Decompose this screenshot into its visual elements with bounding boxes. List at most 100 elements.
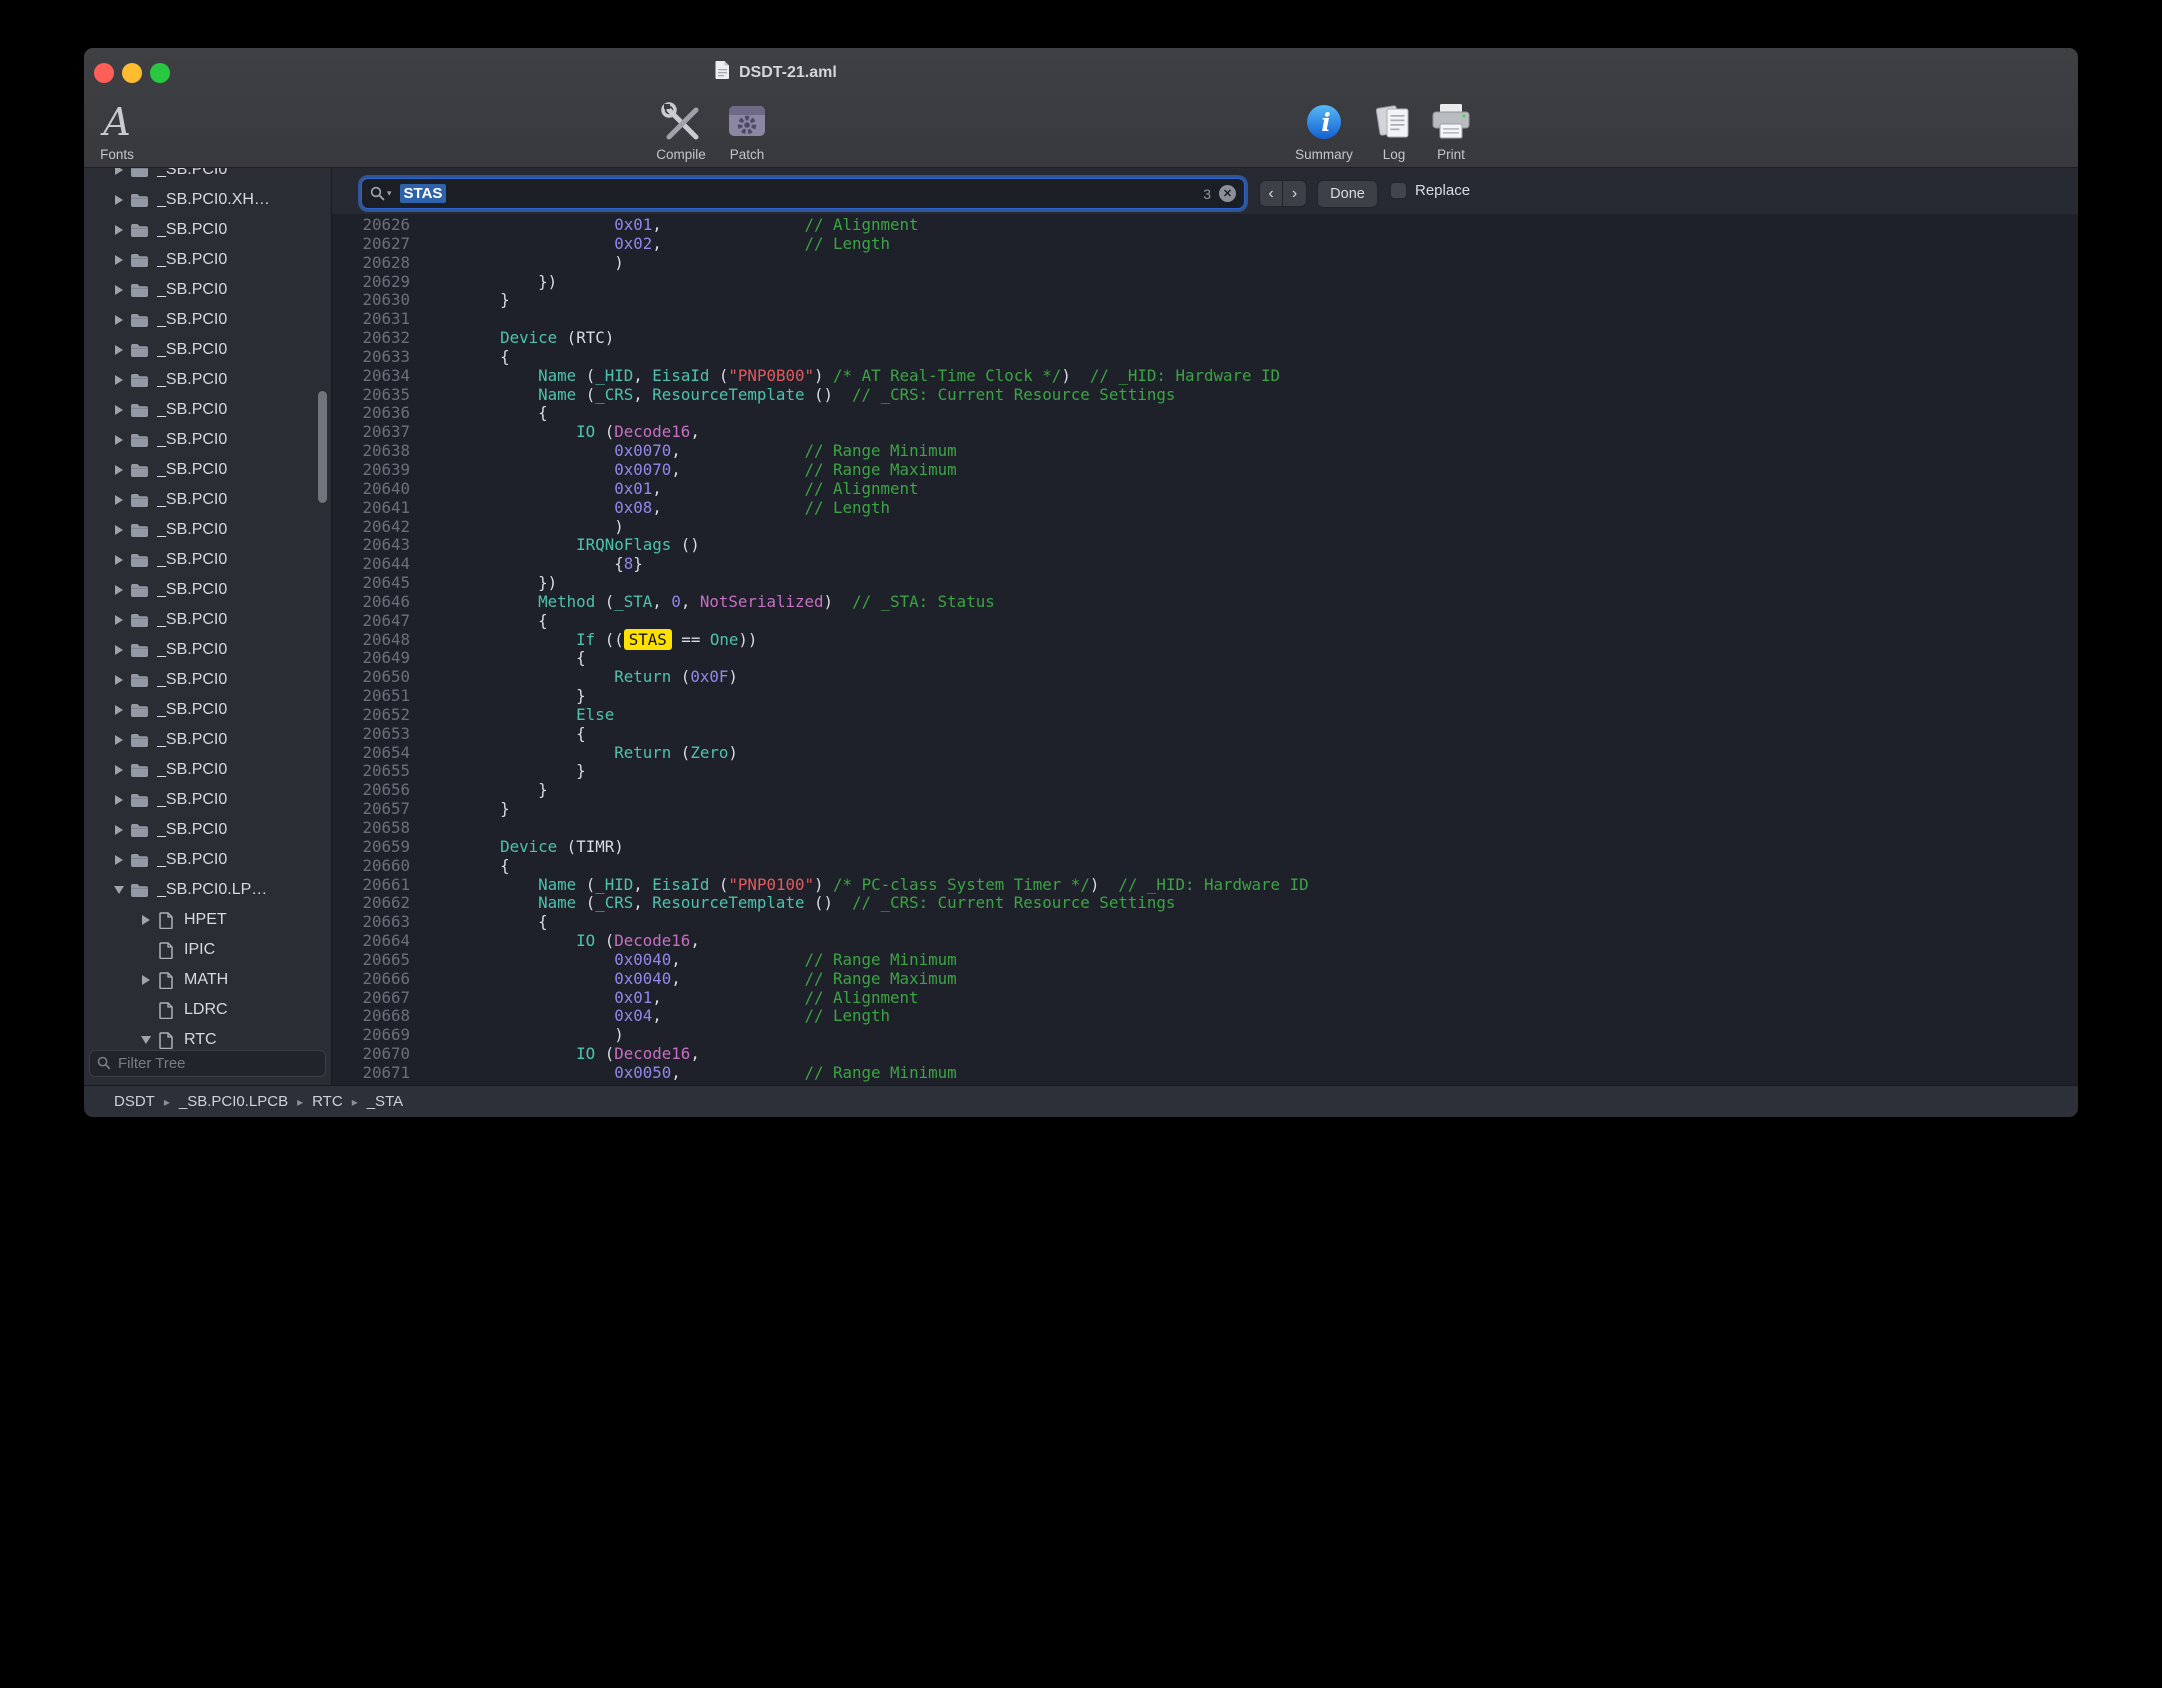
sidebar-item-rtc[interactable]: RTC	[84, 1025, 331, 1050]
code-view[interactable]: 20626 0x01, // Alignment20627 0x02, // L…	[332, 214, 2078, 1087]
sidebar-item-sb-pci0[interactable]: _SB.PCI0	[84, 575, 331, 605]
sidebar-item-sb-pci0[interactable]: _SB.PCI0	[84, 305, 331, 335]
sidebar-item-sb-pci0[interactable]: _SB.PCI0	[84, 455, 331, 485]
sidebar-item-sb-pci0[interactable]: _SB.PCI0	[84, 168, 331, 185]
search-field[interactable]: ▾ STAS 3 ✕	[361, 178, 1245, 209]
sidebar-scrollbar[interactable]	[318, 391, 327, 503]
sidebar-item-sb-pci0[interactable]: _SB.PCI0	[84, 815, 331, 845]
sidebar-item-sb-pci0[interactable]: _SB.PCI0	[84, 515, 331, 545]
print-toolbar-button[interactable]: Print	[1396, 98, 1506, 162]
chevron-right-icon[interactable]	[110, 673, 128, 687]
chevron-right-icon[interactable]	[110, 553, 128, 567]
line-number: 20661	[332, 876, 410, 895]
sidebar-item-sb-pci0[interactable]: _SB.PCI0	[84, 485, 331, 515]
chevron-down-icon[interactable]	[137, 1033, 155, 1047]
sidebar-item-sb-pci0[interactable]: _SB.PCI0	[84, 545, 331, 575]
code-line: 20643 IRQNoFlags ()	[332, 536, 2078, 555]
folder-icon	[128, 523, 150, 538]
chevron-right-icon[interactable]	[110, 643, 128, 657]
code-text: }	[424, 799, 510, 818]
sidebar-item-sb-pci0[interactable]: _SB.PCI0	[84, 275, 331, 305]
sidebar-item-sb-pci0[interactable]: _SB.PCI0	[84, 365, 331, 395]
sidebar-item-sb-pci0[interactable]: _SB.PCI0	[84, 725, 331, 755]
chevron-right-icon[interactable]	[110, 193, 128, 207]
sidebar-item-sb-pci0[interactable]: _SB.PCI0	[84, 395, 331, 425]
chevron-right-icon[interactable]	[110, 463, 128, 477]
sidebar-item-sb-pci0[interactable]: _SB.PCI0	[84, 335, 331, 365]
code-line: 20654 Return (Zero)	[332, 744, 2078, 763]
breadcrumb-item[interactable]: _SB.PCI0.LPCB	[179, 1093, 288, 1110]
tree-item-label: _SB.PCI0	[157, 761, 227, 779]
find-bar: ▾ STAS 3 ✕ ‹ › Done Replace	[332, 168, 2078, 214]
chevron-right-icon[interactable]	[110, 343, 128, 357]
chevron-right-icon[interactable]	[110, 433, 128, 447]
sidebar-item-math[interactable]: MATH	[84, 965, 331, 995]
find-previous-button[interactable]: ‹	[1259, 180, 1283, 207]
chevron-right-icon[interactable]	[110, 403, 128, 417]
tree-item-label: _SB.PCI0	[157, 671, 227, 689]
window-title-text: DSDT-21.aml	[739, 64, 837, 82]
chevron-right-icon[interactable]	[137, 973, 155, 987]
tree-item-label: _SB.PCI0	[157, 521, 227, 539]
chevron-right-icon[interactable]	[110, 253, 128, 267]
sidebar-item-sb-pci0-lp[interactable]: _SB.PCI0.LP…	[84, 875, 331, 905]
chevron-right-icon[interactable]	[110, 733, 128, 747]
window-chrome: DSDT-21.aml A Fonts Compile	[84, 48, 2078, 168]
search-options-chevron-icon[interactable]: ▾	[387, 188, 392, 199]
code-text: {	[424, 611, 548, 630]
chevron-right-icon[interactable]	[110, 223, 128, 237]
chevron-right-icon[interactable]	[110, 613, 128, 627]
sidebar-item-sb-pci0[interactable]: _SB.PCI0	[84, 755, 331, 785]
replace-checkbox[interactable]	[1390, 182, 1407, 199]
chevron-right-icon[interactable]	[110, 583, 128, 597]
status-bar: DSDT▸_SB.PCI0.LPCB▸RTC▸_STA	[84, 1085, 2078, 1117]
sidebar-item-sb-pci0[interactable]: _SB.PCI0	[84, 635, 331, 665]
chevron-down-icon[interactable]	[110, 883, 128, 897]
minimize-button[interactable]	[122, 63, 142, 83]
chevron-right-icon[interactable]	[110, 703, 128, 717]
chevron-right-icon[interactable]	[110, 168, 128, 177]
sidebar-item-sb-pci0[interactable]: _SB.PCI0	[84, 845, 331, 875]
chevron-right-icon[interactable]	[110, 523, 128, 537]
sidebar-item-sb-pci0[interactable]: _SB.PCI0	[84, 245, 331, 275]
chevron-right-icon[interactable]	[110, 853, 128, 867]
sidebar-item-hpet[interactable]: HPET	[84, 905, 331, 935]
sidebar-item-sb-pci0[interactable]: _SB.PCI0	[84, 215, 331, 245]
sidebar-item-sb-pci0[interactable]: _SB.PCI0	[84, 785, 331, 815]
chevron-right-icon[interactable]	[110, 793, 128, 807]
sidebar-item-sb-pci0[interactable]: _SB.PCI0	[84, 425, 331, 455]
traffic-lights	[94, 63, 170, 83]
sidebar-item-ipic[interactable]: IPIC	[84, 935, 331, 965]
patch-toolbar-button[interactable]: Patch	[692, 98, 802, 162]
chevron-right-icon[interactable]	[110, 823, 128, 837]
zoom-button[interactable]	[150, 63, 170, 83]
done-button[interactable]: Done	[1317, 180, 1378, 208]
chevron-right-icon[interactable]	[110, 283, 128, 297]
chevron-right-icon[interactable]	[110, 373, 128, 387]
code-text: IRQNoFlags ()	[424, 535, 700, 554]
search-query-text[interactable]: STAS	[400, 184, 447, 203]
clear-search-icon[interactable]: ✕	[1219, 185, 1236, 202]
sidebar-item-sb-pci0[interactable]: _SB.PCI0	[84, 605, 331, 635]
code-text: )	[424, 253, 624, 272]
close-button[interactable]	[94, 63, 114, 83]
sidebar-item-ldrc[interactable]: LDRC	[84, 995, 331, 1025]
breadcrumb-item[interactable]: RTC	[312, 1093, 343, 1110]
line-number: 20669	[332, 1026, 410, 1045]
breadcrumb-item[interactable]: DSDT	[114, 1093, 155, 1110]
search-icon[interactable]: ▾	[370, 186, 392, 201]
find-next-button[interactable]: ›	[1283, 180, 1307, 207]
chevron-right-icon[interactable]	[110, 763, 128, 777]
chevron-right-icon[interactable]	[110, 313, 128, 327]
chevron-right-icon[interactable]	[137, 913, 155, 927]
sidebar-item-sb-pci0[interactable]: _SB.PCI0	[84, 665, 331, 695]
chevron-right-icon[interactable]	[110, 493, 128, 507]
line-number: 20652	[332, 706, 410, 725]
filter-tree-input[interactable]	[89, 1050, 326, 1077]
sidebar-item-sb-pci0-xh[interactable]: _SB.PCI0.XH…	[84, 185, 331, 215]
code-line: 20635 Name (_CRS, ResourceTemplate () //…	[332, 386, 2078, 405]
sidebar-item-sb-pci0[interactable]: _SB.PCI0	[84, 695, 331, 725]
titlebar[interactable]: DSDT-21.aml	[84, 48, 2078, 98]
fonts-toolbar-button[interactable]: A Fonts	[83, 98, 172, 162]
breadcrumb-item[interactable]: _STA	[367, 1093, 403, 1110]
